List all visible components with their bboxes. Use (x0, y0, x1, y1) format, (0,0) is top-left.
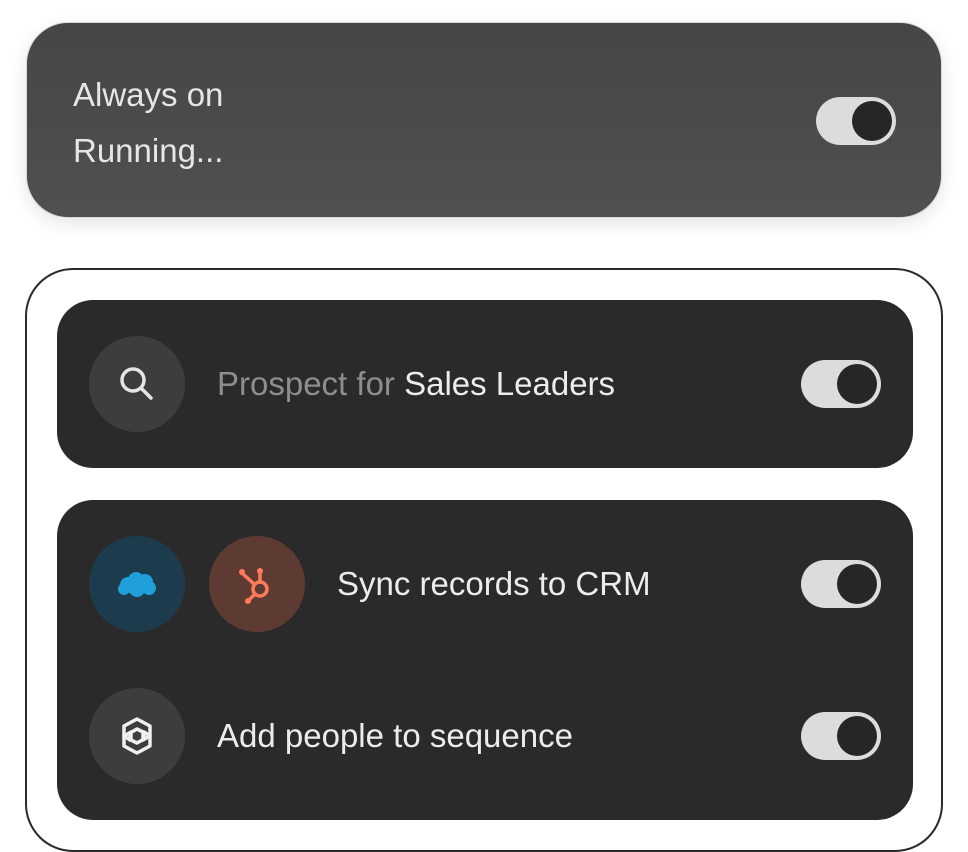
toggle-knob (837, 564, 877, 604)
prospect-step-card[interactable]: Prospect for Sales Leaders (57, 300, 913, 468)
sequence-icon (89, 688, 185, 784)
sync-crm-label: Sync records to CRM (337, 565, 651, 602)
prospect-step-label: Prospect for Sales Leaders (217, 364, 615, 404)
status-title: Always on (73, 76, 224, 113)
actions-step-card: Sync records to CRM Add people to sequen… (57, 500, 913, 820)
status-card: Always on Running... (26, 22, 942, 218)
prospect-prefix: Prospect for (217, 365, 405, 402)
toggle-knob (852, 101, 892, 141)
always-on-toggle[interactable] (816, 97, 896, 145)
add-to-sequence-toggle[interactable] (801, 712, 881, 760)
status-subtitle: Running... (73, 132, 224, 169)
hubspot-icon (209, 536, 305, 632)
toggle-knob (837, 364, 877, 404)
add-to-sequence-label: Add people to sequence (217, 717, 573, 754)
search-icon (89, 336, 185, 432)
prospect-target: Sales Leaders (404, 365, 616, 402)
sync-crm-toggle[interactable] (801, 560, 881, 608)
prospect-toggle[interactable] (801, 360, 881, 408)
toggle-knob (837, 716, 877, 756)
salesforce-icon (89, 536, 185, 632)
workflow-container: Prospect for Sales Leaders Sync records … (25, 268, 943, 852)
